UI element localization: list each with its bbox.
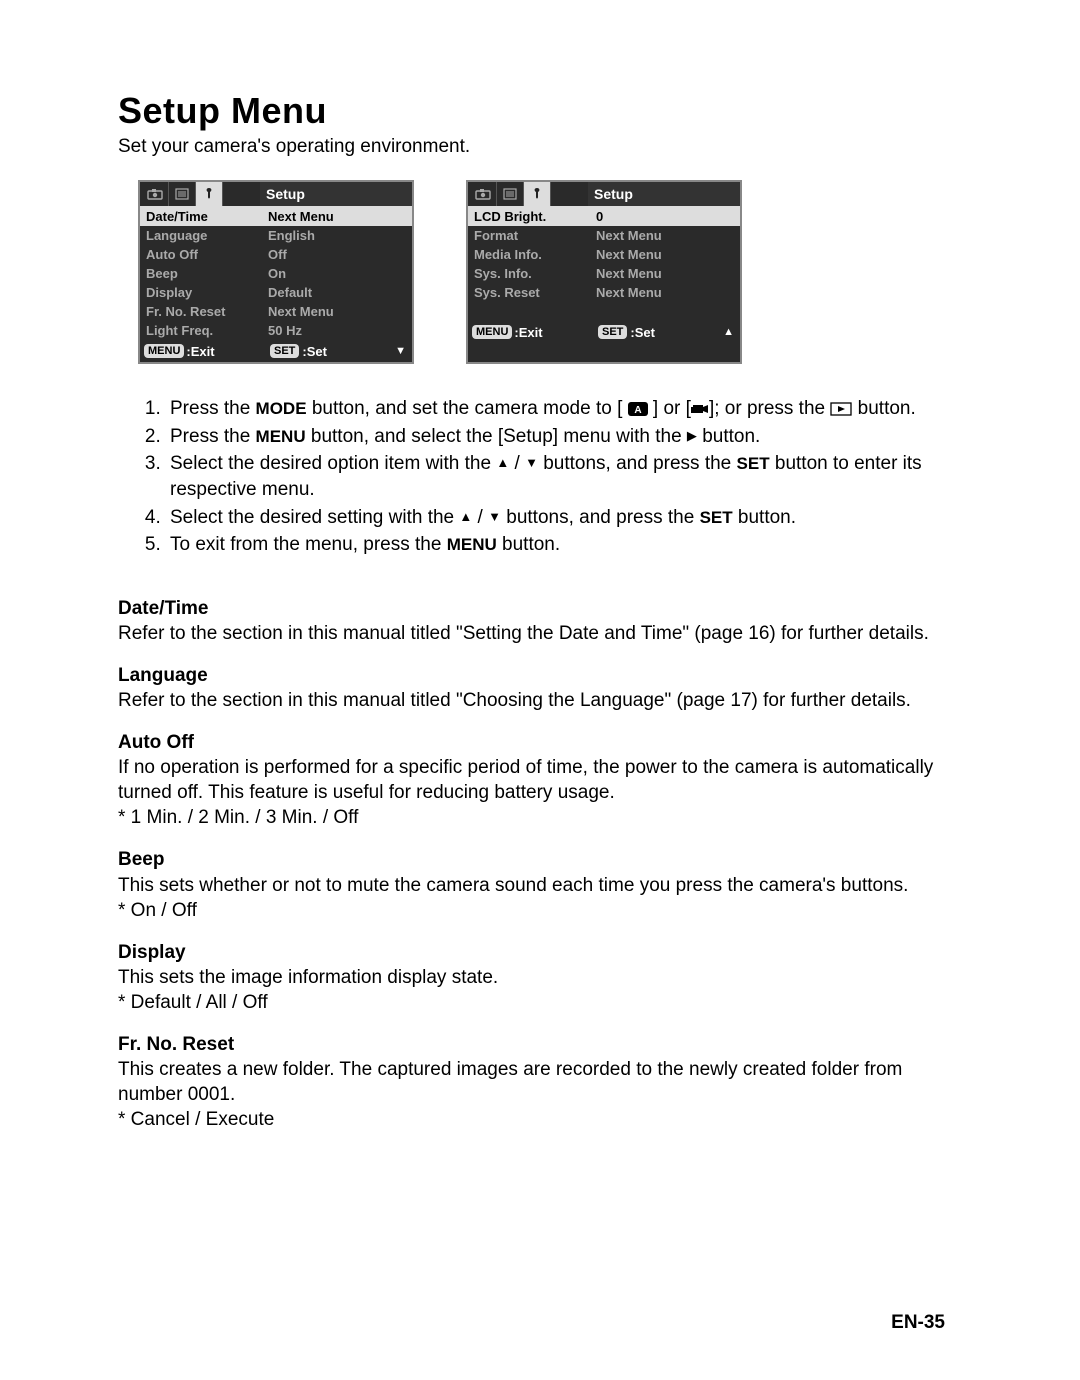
instructions-list: Press the MODE button, and set the camer… bbox=[118, 396, 962, 558]
selected-row: Date/Time Next Menu bbox=[140, 206, 412, 226]
section-auto-off: Auto Off If no operation is performed fo… bbox=[118, 730, 962, 830]
step-2: Press the MENU button, and select the [S… bbox=[166, 424, 962, 450]
row-value: Off bbox=[264, 245, 412, 264]
set-label: :Set bbox=[630, 325, 655, 340]
row-label: Fr. No. Reset bbox=[140, 302, 264, 321]
section-title: Date/Time bbox=[118, 596, 962, 621]
option-descriptions: Date/Time Refer to the section in this m… bbox=[118, 596, 962, 1132]
menu-button-label: MENU bbox=[447, 535, 497, 554]
section-body: This sets whether or not to mute the cam… bbox=[118, 873, 962, 898]
row-value: Next Menu bbox=[592, 283, 740, 302]
up-arrow-icon: ▲ bbox=[459, 508, 472, 526]
movie-mode-icon bbox=[691, 402, 709, 416]
section-title: Language bbox=[118, 663, 962, 688]
down-arrow-icon: ▼ bbox=[395, 345, 406, 357]
section-body: Refer to the section in this manual titl… bbox=[118, 688, 962, 713]
row-value: Next Menu bbox=[264, 302, 412, 321]
exit-label: :Exit bbox=[186, 344, 214, 359]
up-arrow-icon: ▲ bbox=[723, 326, 734, 338]
row-value: English bbox=[264, 226, 412, 245]
section-date-time: Date/Time Refer to the section in this m… bbox=[118, 596, 962, 646]
menu-button-label: MENU bbox=[256, 427, 306, 446]
down-arrow-icon: ▼ bbox=[525, 454, 538, 472]
section-title: Auto Off bbox=[118, 730, 962, 755]
section-title: Display bbox=[118, 940, 962, 965]
row-value: Next Menu bbox=[592, 226, 740, 245]
section-options: * Default / All / Off bbox=[118, 990, 962, 1015]
mode-button-label: MODE bbox=[256, 399, 307, 418]
setup-header: Setup bbox=[260, 182, 412, 206]
down-arrow-icon: ▼ bbox=[488, 508, 501, 526]
section-beep: Beep This sets whether or not to mute th… bbox=[118, 847, 962, 922]
section-body: If no operation is performed for a speci… bbox=[118, 755, 962, 805]
section-options: * On / Off bbox=[118, 898, 962, 923]
setup-screen-1: Setup Date/Time Next Menu LanguageEnglis… bbox=[138, 180, 414, 364]
set-label: :Set bbox=[302, 344, 327, 359]
row-label bbox=[468, 302, 592, 321]
step-4: Select the desired setting with the ▲ / … bbox=[166, 505, 962, 531]
sel-value: 0 bbox=[592, 206, 740, 226]
row-value: Next Menu bbox=[592, 264, 740, 283]
section-display: Display This sets the image information … bbox=[118, 940, 962, 1015]
section-options: * 1 Min. / 2 Min. / 3 Min. / Off bbox=[118, 805, 962, 830]
playback-icon bbox=[830, 402, 852, 416]
section-language: Language Refer to the section in this ma… bbox=[118, 663, 962, 713]
list-tab-icon bbox=[497, 182, 524, 206]
sel-value: Next Menu bbox=[264, 206, 412, 226]
auto-mode-icon: A bbox=[628, 402, 648, 416]
list-tab-icon bbox=[169, 182, 196, 206]
sel-label: LCD Bright. bbox=[468, 206, 592, 226]
setup-tab-icon bbox=[196, 182, 223, 206]
setup-screen-2: Setup LCD Bright. 0 FormatNext Menu Medi… bbox=[466, 180, 742, 364]
section-options: * Cancel / Execute bbox=[118, 1107, 962, 1132]
step-5: To exit from the menu, press the MENU bu… bbox=[166, 532, 962, 558]
selected-row: LCD Bright. 0 bbox=[468, 206, 740, 226]
setup-tab-icon bbox=[524, 182, 551, 206]
svg-text:A: A bbox=[634, 405, 641, 416]
lcd-screenshots: Setup Date/Time Next Menu LanguageEnglis… bbox=[138, 180, 962, 364]
right-arrow-icon: ▶ bbox=[687, 427, 697, 445]
step-1: Press the MODE button, and set the camer… bbox=[166, 396, 962, 422]
section-title: Fr. No. Reset bbox=[118, 1032, 962, 1057]
camera-tab-icon bbox=[470, 182, 497, 206]
exit-label: :Exit bbox=[514, 325, 542, 340]
page-number: EN-35 bbox=[891, 1312, 945, 1334]
set-badge: SET bbox=[270, 344, 299, 358]
set-button-label: SET bbox=[737, 454, 770, 473]
sel-label: Date/Time bbox=[140, 206, 264, 226]
row-label: Format bbox=[468, 226, 592, 245]
menu-badge: MENU bbox=[144, 344, 184, 358]
section-fr-no-reset: Fr. No. Reset This creates a new folder.… bbox=[118, 1032, 962, 1132]
row-label: Beep bbox=[140, 264, 264, 283]
row-label: Media Info. bbox=[468, 245, 592, 264]
row-label: Sys. Info. bbox=[468, 264, 592, 283]
row-label: Display bbox=[140, 283, 264, 302]
row-value: Default bbox=[264, 283, 412, 302]
row-label: Language bbox=[140, 226, 264, 245]
row-value bbox=[592, 302, 740, 321]
page-subtitle: Set your camera's operating environment. bbox=[118, 136, 962, 158]
row-label: Light Freq. bbox=[140, 321, 264, 340]
row-value: 50 Hz bbox=[264, 321, 412, 340]
section-body: This sets the image information display … bbox=[118, 965, 962, 990]
set-badge: SET bbox=[598, 325, 627, 339]
step-3: Select the desired option item with the … bbox=[166, 451, 962, 502]
up-arrow-icon: ▲ bbox=[496, 454, 509, 472]
setup-header: Setup bbox=[588, 182, 740, 206]
section-title: Beep bbox=[118, 847, 962, 872]
row-value: On bbox=[264, 264, 412, 283]
page-title: Setup Menu bbox=[118, 90, 962, 132]
section-body: Refer to the section in this manual titl… bbox=[118, 621, 962, 646]
row-label: Sys. Reset bbox=[468, 283, 592, 302]
section-body: This creates a new folder. The captured … bbox=[118, 1057, 962, 1107]
set-button-label: SET bbox=[700, 508, 733, 527]
camera-tab-icon bbox=[142, 182, 169, 206]
row-value: Next Menu bbox=[592, 245, 740, 264]
menu-badge: MENU bbox=[472, 325, 512, 339]
row-label: Auto Off bbox=[140, 245, 264, 264]
